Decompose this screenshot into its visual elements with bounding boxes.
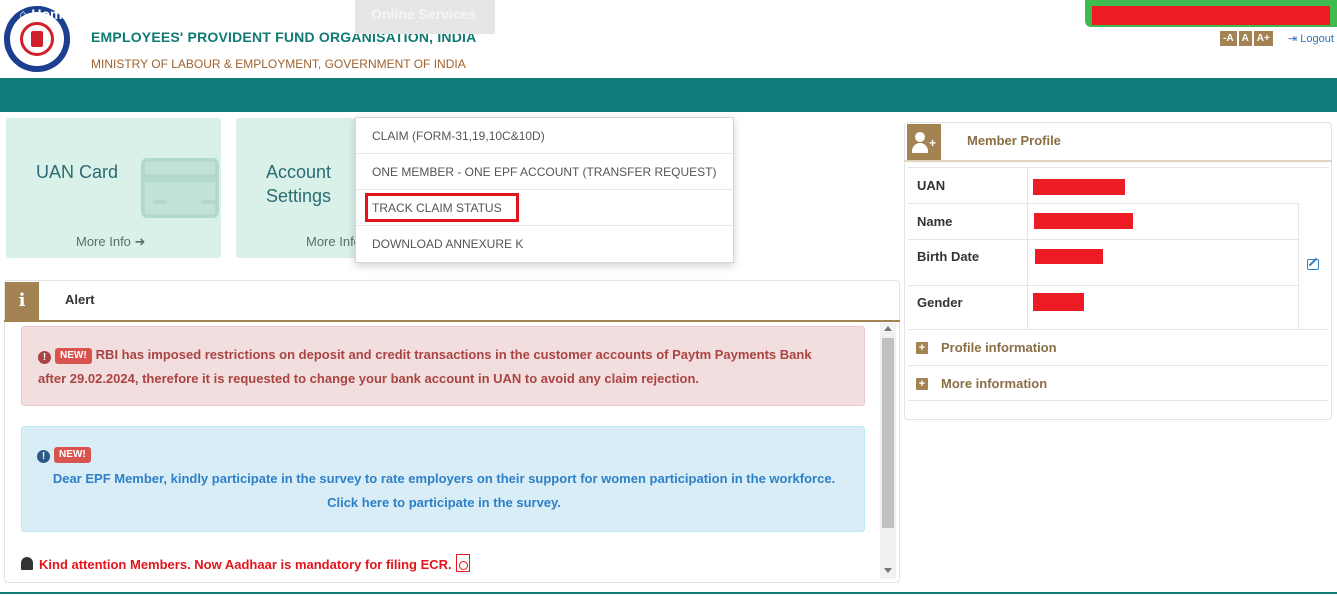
profile-title: Member Profile	[967, 133, 1061, 148]
tile-title: Account Settings	[266, 160, 331, 208]
profile-label-name: Name	[917, 214, 953, 229]
menu-item-download-annexure-k[interactable]: DOWNLOAD ANNEXURE K	[356, 226, 733, 262]
bell-icon	[21, 557, 33, 570]
nav-manage-label: Manage	[179, 6, 232, 22]
online-services-dropdown: CLAIM (FORM-31,19,10C&10D) ONE MEMBER - …	[355, 117, 734, 263]
highlight-box	[365, 193, 519, 222]
font-reset-button[interactable]: A	[1238, 31, 1252, 46]
redacted-username	[1092, 6, 1330, 25]
survey-alert-head: ! NEW!	[37, 445, 95, 463]
survey-alert-text[interactable]: Dear EPF Member, kindly participate in t…	[40, 467, 848, 515]
table-divider	[1027, 167, 1028, 329]
footer-divider	[0, 592, 1337, 594]
new-badge: NEW!	[54, 447, 91, 463]
logout-icon: ⇥	[1288, 33, 1298, 45]
nav-online-services-label: Online Services	[371, 6, 477, 22]
nav-home-label: Home	[31, 6, 71, 22]
accordion-label[interactable]: Profile information	[941, 340, 1057, 355]
accordion-label[interactable]: More information	[941, 376, 1047, 391]
redacted-gender	[1033, 293, 1084, 311]
uan-card-tile[interactable]: UAN Card More Info ➜	[6, 118, 221, 258]
nav-view-label: View	[104, 6, 136, 22]
font-size-controls: -A A A+	[1220, 31, 1273, 46]
font-increase-button[interactable]: A+	[1253, 31, 1273, 46]
more-info-link[interactable]: More Info	[306, 234, 361, 249]
nav-manage[interactable]: Manage	[179, 0, 244, 34]
page: EMPLOYEES' PROVIDENT FUND ORGANISATION, …	[0, 0, 1337, 596]
caret-down-icon	[375, 42, 383, 47]
paytm-alert-message: RBI has imposed restrictions on deposit …	[38, 347, 812, 386]
tile-title-line2: Settings	[266, 186, 332, 206]
nav-home[interactable]: ⌂ Home	[19, 0, 70, 34]
scrollbar-thumb[interactable]	[882, 338, 894, 528]
plus-square-icon: +	[916, 378, 928, 390]
plus-icon: +	[929, 136, 937, 150]
nav-account[interactable]: Account	[274, 0, 342, 34]
paytm-alert-text: ! NEW! RBI has imposed restrictions on dep…	[38, 343, 828, 391]
menu-item-claim[interactable]: CLAIM (FORM-31,19,10C&10D)	[356, 118, 733, 154]
tile-title: UAN Card	[36, 162, 119, 182]
exclamation-circle-icon: !	[38, 351, 51, 364]
nav-account-label: Account	[274, 6, 330, 22]
profile-label-uan: UAN	[917, 178, 946, 193]
main-navbar	[0, 78, 1337, 112]
home-icon: ⌂	[19, 6, 28, 22]
alert-header	[4, 280, 900, 322]
redacted-birth-date	[1035, 249, 1103, 264]
caret-down-icon	[334, 13, 342, 18]
caret-down-icon	[139, 13, 148, 18]
nav-online-services[interactable]: Online Services	[355, 0, 495, 47]
tile-title-line1: Account	[266, 162, 332, 182]
aadhaar-notice: Kind attention Members. Now Aadhaar is m…	[21, 554, 470, 572]
nav-view[interactable]: View	[104, 0, 148, 34]
scroll-up-arrow-icon[interactable]	[884, 326, 892, 331]
new-badge: NEW!	[55, 348, 92, 364]
profile-label-birth-date: Birth Date	[917, 249, 980, 264]
edit-icon[interactable]	[1307, 259, 1319, 270]
caret-down-icon	[235, 13, 244, 18]
info-icon: i	[5, 282, 39, 320]
redacted-uan	[1033, 179, 1125, 195]
menu-item-transfer-request[interactable]: ONE MEMBER - ONE EPF ACCOUNT (TRANSFER R…	[356, 154, 733, 190]
profile-row-gender	[908, 285, 1298, 329]
table-divider	[1298, 203, 1299, 329]
logout-link[interactable]: ⇥ Logout	[1288, 32, 1334, 45]
profile-label-gender: Gender	[917, 295, 963, 310]
org-subtitle: MINISTRY OF LABOUR & EMPLOYMENT, GOVERNM…	[91, 57, 466, 71]
exclamation-circle-icon: !	[37, 450, 50, 463]
logout-label: Logout	[1300, 33, 1334, 45]
profile-header-divider	[904, 160, 1332, 162]
plus-square-icon: +	[916, 342, 928, 354]
card-icon	[141, 158, 219, 218]
aadhaar-notice-text: Kind attention Members. Now Aadhaar is m…	[39, 557, 452, 572]
font-decrease-button[interactable]: -A	[1220, 31, 1237, 46]
more-info-label: More Info	[76, 234, 131, 249]
arrow-circle-right-icon: ➜	[134, 234, 146, 249]
scroll-down-arrow-icon[interactable]	[884, 568, 892, 573]
alert-title: Alert	[65, 292, 95, 307]
pdf-icon[interactable]	[455, 554, 470, 572]
account-settings-tile[interactable]: Account Settings More Info	[236, 118, 366, 258]
more-info-link[interactable]: More Info ➜	[76, 234, 145, 250]
redacted-name	[1034, 213, 1133, 229]
